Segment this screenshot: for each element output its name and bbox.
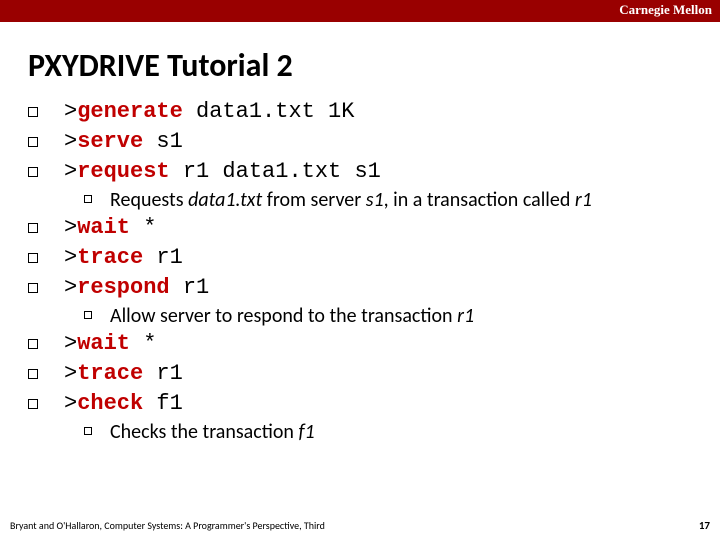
command-item: >wait * — [28, 330, 688, 358]
command-item: >generate data1.txt 1K — [28, 98, 688, 126]
command-keyword: generate — [77, 99, 183, 124]
command-keyword: respond — [77, 275, 169, 300]
command-text: >wait * — [64, 330, 156, 358]
command-item: >trace r1 — [28, 360, 688, 388]
command-text: >request r1 data1.txt s1 — [64, 158, 381, 186]
page-number: 17 — [699, 519, 710, 532]
command-keyword: wait — [77, 215, 130, 240]
command-keyword: serve — [77, 129, 143, 154]
bullet-icon — [28, 137, 38, 147]
bullet-icon — [28, 399, 38, 409]
command-text: >respond r1 — [64, 274, 209, 302]
command-text: >wait * — [64, 214, 156, 242]
command-item: >respond r1 — [28, 274, 688, 302]
command-item: >check f1 — [28, 390, 688, 418]
command-item: >request r1 data1.txt s1 — [28, 158, 688, 186]
top-bar: Carnegie Mellon — [0, 0, 720, 22]
bullet-icon — [84, 195, 92, 203]
note-item: Checks the transaction f1 — [84, 420, 688, 444]
command-keyword: trace — [77, 361, 143, 386]
note-item: Allow server to respond to the transacti… — [84, 304, 688, 328]
command-text: >trace r1 — [64, 360, 183, 388]
command-item: >trace r1 — [28, 244, 688, 272]
note-text: Checks the transaction f1 — [110, 420, 315, 444]
command-text: >generate data1.txt 1K — [64, 98, 354, 126]
brand-label: Carnegie Mellon — [619, 2, 712, 18]
bullet-icon — [28, 283, 38, 293]
note-text: Requests data1.txt from server s1, in a … — [110, 188, 592, 212]
command-text: >trace r1 — [64, 244, 183, 272]
footer: Bryant and O'Hallaron, Computer Systems:… — [10, 519, 710, 532]
footer-text: Bryant and O'Hallaron, Computer Systems:… — [10, 519, 325, 532]
title-smallcaps: PXYDRIVE — [28, 46, 160, 85]
title-rest: Tutorial 2 — [160, 46, 293, 85]
bullet-icon — [28, 223, 38, 233]
command-text: >serve s1 — [64, 128, 183, 156]
bullet-icon — [28, 253, 38, 263]
command-text: >check f1 — [64, 390, 183, 418]
bullet-icon — [28, 107, 38, 117]
bullet-icon — [28, 339, 38, 349]
slide-body: >generate data1.txt 1K>serve s1>request … — [28, 98, 688, 446]
bullet-icon — [84, 427, 92, 435]
command-keyword: wait — [77, 331, 130, 356]
note-item: Requests data1.txt from server s1, in a … — [84, 188, 688, 212]
slide: Carnegie Mellon PXYDRIVE Tutorial 2 >gen… — [0, 0, 720, 540]
command-keyword: trace — [77, 245, 143, 270]
bullet-icon — [28, 167, 38, 177]
command-keyword: check — [77, 391, 143, 416]
bullet-icon — [28, 369, 38, 379]
command-keyword: request — [77, 159, 169, 184]
bullet-icon — [84, 311, 92, 319]
note-text: Allow server to respond to the transacti… — [110, 304, 474, 328]
slide-title: PXYDRIVE Tutorial 2 — [28, 46, 293, 85]
command-item: >wait * — [28, 214, 688, 242]
command-item: >serve s1 — [28, 128, 688, 156]
